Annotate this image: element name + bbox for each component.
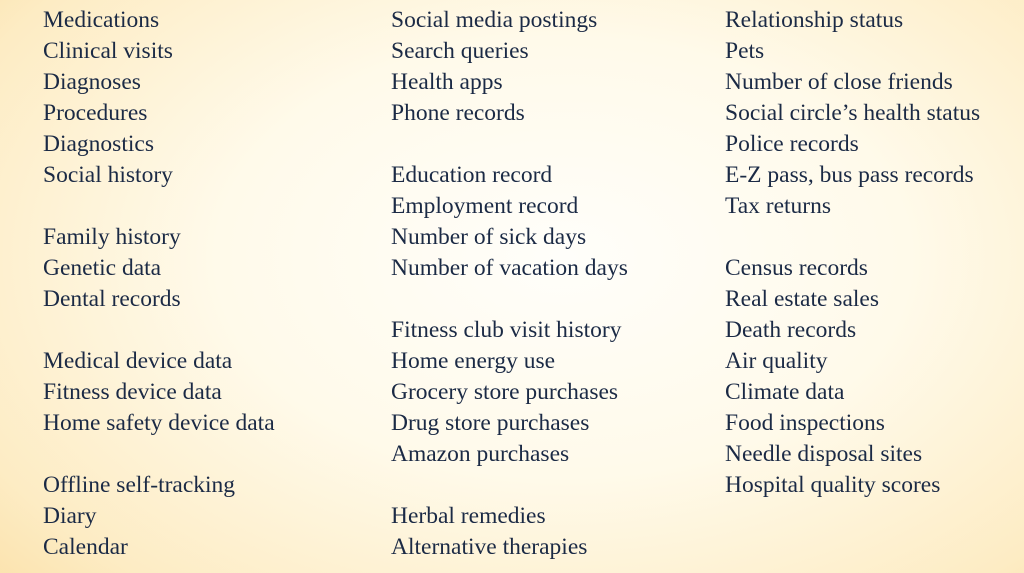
list-item: Alternative therapies bbox=[391, 534, 588, 560]
list-item: Tax returns bbox=[725, 193, 832, 219]
list-item: Hospital quality scores bbox=[725, 472, 941, 498]
list-item: Dental records bbox=[43, 286, 181, 312]
list-item: Diary bbox=[43, 503, 97, 529]
list-item: Fitness device data bbox=[43, 379, 222, 405]
list-item: Social circle’s health status bbox=[725, 100, 981, 126]
list-item: Clinical visits bbox=[43, 38, 173, 64]
column-behavioral-data: Social media postings Search queries Healt… bbox=[391, 5, 628, 563]
list-item: Death records bbox=[725, 317, 857, 343]
list-item: Phone records bbox=[391, 100, 525, 126]
list-item: Medications bbox=[43, 7, 160, 33]
list-item: Procedures bbox=[43, 100, 148, 126]
list-item: Home safety device data bbox=[43, 410, 275, 436]
list-item: Number of vacation days bbox=[391, 255, 628, 281]
list-item: Amazon purchases bbox=[391, 441, 570, 467]
list-item: Number of close friends bbox=[725, 69, 953, 95]
list-item: Air quality bbox=[725, 348, 828, 374]
list-item: Pets bbox=[725, 38, 765, 64]
list-item: Grocery store purchases bbox=[391, 379, 619, 405]
list-item: Search queries bbox=[391, 38, 529, 64]
list-item: Needle disposal sites bbox=[725, 441, 923, 467]
list-item: E-Z pass, bus pass records bbox=[725, 162, 974, 188]
list-item: Health apps bbox=[391, 69, 503, 95]
list-item: Drug store purchases bbox=[391, 410, 590, 436]
list-item: Medical device data bbox=[43, 348, 233, 374]
list-item: Social media postings bbox=[391, 7, 598, 33]
list-item: Census records bbox=[725, 255, 868, 281]
list-item: Genetic data bbox=[43, 255, 162, 281]
list-item: Social history bbox=[43, 162, 173, 188]
list-item: Home energy use bbox=[391, 348, 556, 374]
list-item: Relationship status bbox=[725, 7, 904, 33]
column-clinical-data: Medications Clinical visits Diagnoses Proce… bbox=[43, 5, 275, 563]
list-item: Police records bbox=[725, 131, 859, 157]
list-item: Calendar bbox=[43, 534, 128, 560]
list-item: Offline self-tracking bbox=[43, 472, 236, 498]
list-item: Number of sick days bbox=[391, 224, 587, 250]
list-item: Education record bbox=[391, 162, 553, 188]
list-item: Diagnostics bbox=[43, 131, 154, 157]
list-item: Employment record bbox=[391, 193, 579, 219]
list-item: Diagnoses bbox=[43, 69, 141, 95]
list-item: Family history bbox=[43, 224, 181, 250]
list-item: Real estate sales bbox=[725, 286, 879, 312]
column-social-environmental-data: Relationship status Pets Number of close f… bbox=[725, 5, 980, 501]
list-item: Food inspections bbox=[725, 410, 885, 436]
list-item: Climate data bbox=[725, 379, 845, 405]
list-item: Herbal remedies bbox=[391, 503, 546, 529]
list-item: Fitness club visit history bbox=[391, 317, 622, 343]
